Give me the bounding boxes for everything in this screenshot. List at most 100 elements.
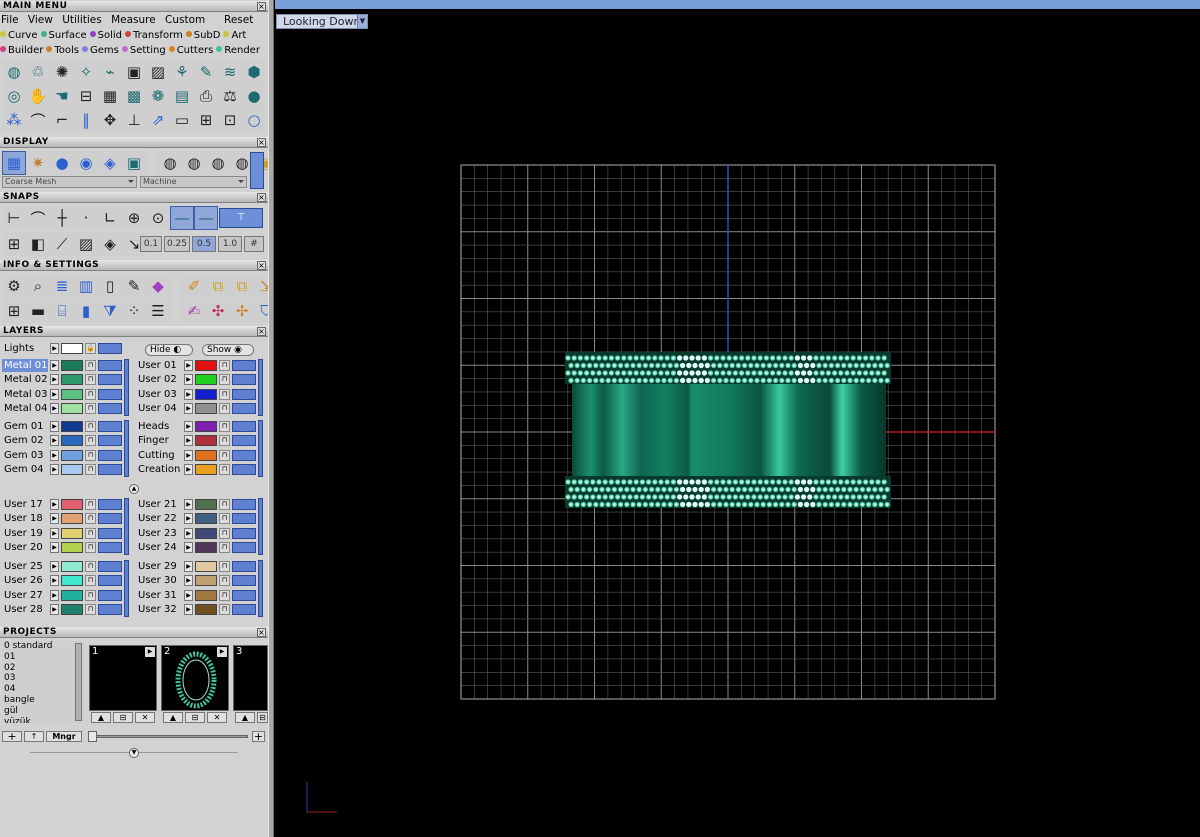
expand-arrow-icon[interactable]: ▶ (184, 561, 193, 572)
layer-name[interactable]: User 19 (2, 527, 48, 540)
project-slider-thumb[interactable] (88, 731, 97, 742)
layer-color-swatch[interactable] (61, 561, 83, 572)
layer-name[interactable]: User 32 (136, 603, 182, 616)
visibility-toggle[interactable] (98, 603, 122, 615)
lock-icon[interactable]: ⊓ (219, 513, 230, 525)
project-item[interactable]: bangle (4, 695, 84, 706)
hatch-icon[interactable]: ▨ (74, 232, 98, 256)
lock-icon[interactable]: ⊓ (219, 499, 230, 510)
palette-icon[interactable]: ▣ (122, 151, 146, 175)
show-button[interactable]: Show ◉ (202, 344, 254, 356)
expand-arrow-icon[interactable]: ▶ (184, 499, 193, 510)
visibility-toggle[interactable] (232, 435, 256, 447)
expand-arrow-icon[interactable]: ▶ (50, 449, 59, 461)
layer-name[interactable]: Creation (136, 463, 182, 476)
layer-row[interactable]: User 04 ▶ ⊓ (136, 402, 261, 415)
category-subd[interactable]: SubD (185, 28, 220, 43)
shield-icon[interactable]: ⛉ (254, 299, 268, 323)
visibility-toggle[interactable] (232, 575, 256, 587)
visibility-toggle[interactable] (98, 527, 122, 539)
layer-color-swatch[interactable] (61, 449, 83, 461)
slot-delete-button[interactable]: ✕ (135, 712, 155, 723)
layer-name[interactable]: User 22 (136, 512, 182, 525)
snap-point-icon[interactable]: · (74, 206, 98, 230)
visibility-toggle[interactable] (98, 374, 122, 386)
expand-arrow-icon[interactable]: ▶ (184, 541, 193, 553)
layer-row[interactable]: Gem 04 ▶ ⊓ (2, 463, 127, 476)
visibility-toggle[interactable] (232, 449, 256, 461)
menu-file[interactable]: File (1, 14, 19, 26)
chip-icon[interactable]: ▣ (122, 60, 146, 84)
lock-icon[interactable]: ⊓ (219, 589, 230, 601)
layer-color-swatch[interactable] (61, 388, 83, 400)
align-icon[interactable]: ⊥ (122, 108, 146, 132)
expand-arrow-icon[interactable]: ▶ (50, 463, 59, 475)
frame-icon[interactable]: ▭ (170, 108, 194, 132)
lock-icon[interactable]: ⊓ (219, 541, 230, 553)
expand-arrow-icon[interactable]: ▶ (50, 402, 59, 414)
slot-delete-button[interactable]: ✕ (207, 712, 227, 723)
step-grid-icon[interactable]: # (244, 236, 264, 252)
expand-arrow-icon[interactable]: ▶ (50, 360, 59, 371)
layer-name[interactable]: Gem 04 (2, 463, 48, 476)
layer-color-swatch[interactable] (195, 435, 217, 447)
lock-icon[interactable]: ⊓ (85, 374, 96, 386)
layer-color-swatch[interactable] (61, 421, 83, 432)
layer-color-swatch[interactable] (195, 499, 217, 510)
lock-icon[interactable]: ⊓ (85, 589, 96, 601)
lock-icon[interactable]: ⊓ (85, 527, 96, 539)
layer-group-toggle[interactable] (124, 498, 129, 555)
layer-name[interactable]: User 03 (136, 388, 182, 401)
diamond-icon[interactable]: ◈ (98, 232, 122, 256)
layer-name[interactable]: User 30 (136, 574, 182, 587)
dash-icon[interactable]: ▬ (26, 299, 50, 323)
layer-name[interactable]: Gem 02 (2, 434, 48, 447)
visibility-toggle[interactable] (98, 435, 122, 447)
layer-name[interactable]: User 29 (136, 560, 182, 573)
layer-name[interactable]: Metal 03 (2, 388, 48, 401)
layer-name[interactable]: User 18 (2, 512, 48, 525)
move-up-button[interactable]: ↑ (24, 731, 44, 742)
paint-icon[interactable]: ✐ (182, 274, 206, 298)
metal-sphere-icon[interactable]: ◍ (158, 151, 182, 175)
layer-name[interactable]: User 24 (136, 541, 182, 554)
layer-row[interactable]: User 27 ▶ ⊓ (2, 589, 127, 602)
visibility-toggle[interactable] (98, 360, 122, 371)
texture-icon[interactable]: ◈ (98, 151, 122, 175)
visibility-toggle[interactable] (232, 463, 256, 475)
layer-color-swatch[interactable] (195, 513, 217, 525)
project-item[interactable]: 0 standard (4, 641, 84, 652)
layer-color-swatch[interactable] (195, 603, 217, 615)
category-solid[interactable]: Solid (89, 28, 122, 43)
visibility-toggle[interactable] (98, 589, 122, 601)
layer-row[interactable]: User 30 ▶ ⊓ (136, 574, 261, 587)
expand-arrow-icon[interactable]: ▶ (50, 374, 59, 386)
shaded-sphere-icon[interactable]: ● (50, 151, 74, 175)
weight-icon[interactable]: ⚖ (218, 84, 242, 108)
category-curve[interactable]: Curve (0, 28, 38, 43)
visibility-toggle[interactable] (98, 449, 122, 461)
layer-color-swatch[interactable] (195, 449, 217, 461)
panel-splitter[interactable] (268, 0, 274, 837)
visibility-toggle[interactable] (232, 589, 256, 601)
slot-save-button[interactable]: ⊟ (257, 712, 268, 723)
collapse-handle[interactable]: ▲ (129, 484, 139, 494)
close-icon[interactable]: × (257, 628, 266, 637)
category-surface[interactable]: Surface (40, 28, 87, 43)
lock-icon[interactable]: 🔒 (85, 343, 96, 354)
gizmo-icon[interactable]: ✢ (230, 299, 254, 323)
expand-arrow-icon[interactable]: ▶ (184, 527, 193, 539)
snap-midline-icon[interactable]: — (194, 206, 218, 230)
visibility-toggle[interactable] (98, 463, 122, 475)
lock-icon[interactable]: ⊓ (219, 435, 230, 447)
layer-name[interactable]: User 01 (136, 359, 182, 372)
close-icon[interactable]: × (257, 261, 266, 270)
expand-arrow-icon[interactable]: ▶ (50, 435, 59, 447)
step-0-1-button[interactable]: 0.1 (140, 236, 162, 252)
visibility-toggle[interactable] (98, 343, 122, 354)
layer-row[interactable]: User 29 ▶ ⊓ (136, 560, 261, 573)
lock-icon[interactable]: ⊓ (85, 402, 96, 414)
snap-center-icon[interactable]: ⊙ (146, 206, 170, 230)
layer-name[interactable]: Metal 01 (2, 359, 48, 372)
menu-custom[interactable]: Custom (165, 14, 205, 26)
